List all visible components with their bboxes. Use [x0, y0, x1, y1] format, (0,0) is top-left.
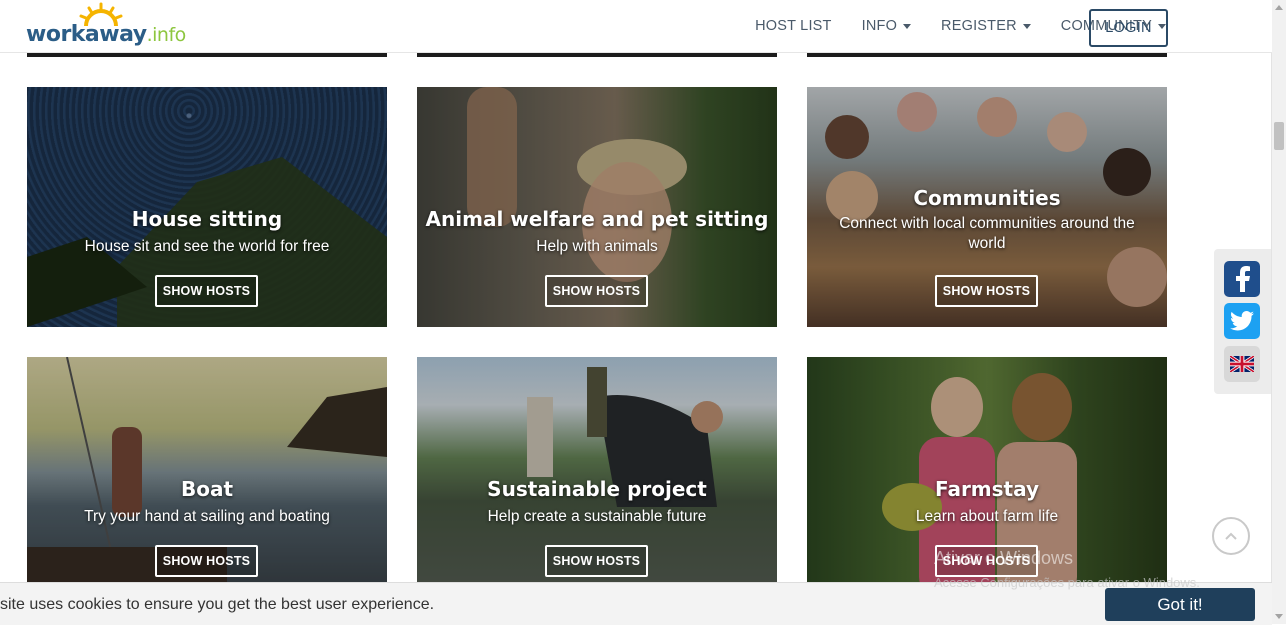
nav-register-dropdown[interactable]: REGISTER [941, 18, 1031, 34]
cookie-banner: site uses cookies to ensure you get the … [0, 582, 1272, 625]
workaway-logo[interactable]: workaway.info [26, 2, 186, 50]
login-button[interactable]: LOGIN [1089, 9, 1168, 47]
card-boat[interactable]: Boat Try your hand at sailing and boatin… [27, 357, 387, 597]
card-text: House sitting House sit and see the worl… [27, 207, 387, 257]
card-sustainable-project[interactable]: Sustainable project Help create a sustai… [417, 357, 777, 597]
card-title: Animal welfare and pet sitting [425, 207, 769, 231]
card-subtitle: Help create a sustainable future [487, 508, 707, 525]
card-subtitle: Learn about farm life [915, 508, 1059, 525]
uk-flag-icon[interactable] [1224, 346, 1260, 382]
card-text: Farmstay Learn about farm life [807, 477, 1167, 527]
logo-wordmark: workaway.info [26, 22, 186, 47]
show-hosts-button[interactable]: SHOW HOSTS [545, 545, 648, 577]
card-communities[interactable]: Communities Connect with local communiti… [807, 87, 1167, 327]
show-hosts-button[interactable]: SHOW HOSTS [155, 275, 258, 307]
card-subtitle: Try your hand at sailing and boating [84, 508, 330, 525]
card-animal-welfare[interactable]: Animal welfare and pet sitting Help with… [417, 87, 777, 327]
card-subtitle: House sit and see the world for free [84, 238, 330, 255]
card-title: House sitting [131, 207, 283, 231]
card-title: Boat [180, 477, 234, 501]
scrollbar-thumb[interactable] [1274, 122, 1284, 150]
card-title: Communities [913, 186, 1061, 210]
show-hosts-button[interactable]: SHOW HOSTS [155, 545, 258, 577]
scroll-down-arrow-icon[interactable] [1275, 614, 1283, 619]
caret-down-icon [1022, 23, 1031, 29]
card-subtitle: Help with animals [536, 238, 658, 255]
facebook-icon[interactable] [1224, 261, 1260, 297]
page-scrollbar[interactable] [1271, 0, 1286, 624]
back-to-top-button[interactable] [1212, 517, 1250, 555]
card-title: Sustainable project [487, 477, 707, 501]
cookie-accept-button[interactable]: Got it! [1105, 588, 1255, 621]
show-hosts-button[interactable]: SHOW HOSTS [935, 275, 1038, 307]
twitter-icon[interactable] [1224, 303, 1260, 339]
card-text: Boat Try your hand at sailing and boatin… [27, 477, 387, 527]
nav-host-list[interactable]: HOST LIST [755, 18, 831, 34]
social-share-panel [1214, 249, 1272, 394]
card-text: Animal welfare and pet sitting Help with… [417, 207, 777, 257]
site-header: workaway.info HOST LIST INFO REGISTER CO… [0, 0, 1272, 53]
nav-info-dropdown[interactable]: INFO [862, 18, 912, 34]
card-house-sitting[interactable]: House sitting House sit and see the worl… [27, 87, 387, 327]
cookie-message: site uses cookies to ensure you get the … [0, 596, 435, 613]
card-farmstay[interactable]: Farmstay Learn about farm life SHOW HOST… [807, 357, 1167, 597]
caret-down-icon [903, 23, 912, 29]
card-text: Communities Connect with local communiti… [807, 186, 1167, 254]
show-hosts-button[interactable]: SHOW HOSTS [935, 545, 1038, 577]
card-subtitle: Connect with local communities around th… [839, 215, 1135, 252]
card-text: Sustainable project Help create a sustai… [417, 477, 777, 527]
scroll-up-arrow-icon[interactable] [1275, 5, 1283, 10]
card-title: Farmstay [934, 477, 1040, 501]
show-hosts-button[interactable]: SHOW HOSTS [545, 275, 648, 307]
chevron-up-icon [1225, 532, 1237, 540]
